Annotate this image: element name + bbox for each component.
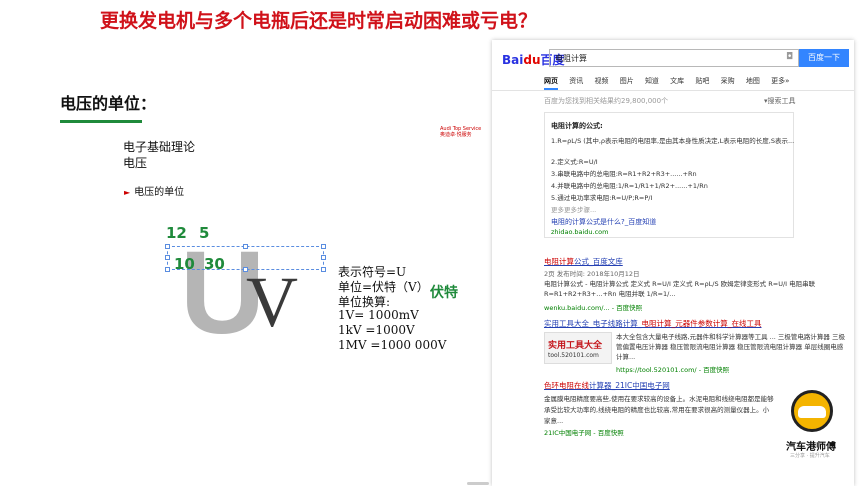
result-title-part: 实用工具大全_电子线路计算_ — [544, 319, 642, 328]
answer-line: 4.并联电路中的总电阻:1/R=1/R1+1/R2+......+1/Rn — [551, 182, 708, 190]
bullet-item: ► 电压的单位 — [124, 183, 184, 198]
camera-icon[interactable]: ◘ — [786, 52, 793, 62]
tab-zhidao[interactable]: 知道 — [645, 77, 659, 85]
result-title-rest: 计算器_21IC中国电子网 — [589, 381, 670, 390]
search-tools-label: 搜索工具 — [767, 97, 796, 105]
search-tools-link[interactable]: ▾搜索工具 — [764, 96, 796, 106]
result-count: 百度为您找到相关结果约29,800,000个 — [544, 97, 669, 105]
tab-tieba[interactable]: 贴吧 — [695, 77, 709, 85]
result-text-3a: 金属膜电阻精度要高些,使用在要求较高的设备上。水泥电阻和线绕电阻都是能够 — [544, 395, 774, 403]
section-title: 电压的单位： — [60, 94, 157, 113]
answer-line: 1.R=ρL/S (其中,ρ表示电阻的电阻率,是由其本身性质决定,L表示电阻的长… — [551, 137, 795, 145]
answer-line: 2.定义式:R=U/I — [551, 158, 598, 166]
result-meta-1: 2页 发布时间: 2018年10月12日 — [544, 270, 640, 278]
tab-web[interactable]: 网页 — [544, 77, 558, 90]
result-url-2[interactable]: https://tool.520101.com/ - 百度快照 — [616, 364, 729, 374]
tab-wenku[interactable]: 文库 — [670, 77, 684, 85]
big-letter-v: V — [246, 262, 298, 342]
definition-line: 1V= 1000mV — [338, 308, 419, 322]
brand-name: 汽车港师傅 — [786, 442, 836, 453]
resize-handle[interactable] — [321, 255, 326, 260]
resize-handle[interactable] — [243, 267, 248, 272]
slide-progress-indicator — [467, 482, 489, 485]
green-number: 30 — [204, 255, 225, 273]
subtitle-line-1: 电子基础理论 — [123, 140, 196, 154]
logo-text-blue: Bai — [502, 53, 524, 67]
answer-source-link[interactable]: 电阻的计算公式是什么?_百度知道 — [551, 217, 656, 227]
search-tabs: 网页 资讯 视频 图片 知道 文库 贴吧 采购 地图 更多» — [544, 76, 798, 90]
definition-line: 1kV =1000V — [338, 323, 415, 337]
resize-handle[interactable] — [321, 244, 326, 249]
tab-map[interactable]: 地图 — [746, 77, 760, 85]
answer-url: zhidao.baidu.com — [551, 228, 609, 236]
audi-logo: Audi Top Service 奥迪卓·悦服务 — [440, 126, 481, 138]
car-icon — [798, 406, 826, 418]
tab-images[interactable]: 图片 — [620, 77, 634, 85]
result-text-2: 本大全包含大量电子线路,元器件和科学计算器等工具 ... 三极管电路计算器 三极… — [616, 332, 848, 362]
result-text-1: 电阻计算公式 - 电阻计算公式 定义式 R=U/I 定义式 R=ρL/S 欧姆定… — [544, 280, 816, 298]
brand-subtitle: 三分享 · 提升汽车 — [790, 453, 830, 459]
tab-video[interactable]: 视频 — [594, 77, 608, 85]
resize-handle[interactable] — [165, 244, 170, 249]
result-title-2[interactable]: 实用工具大全_电子线路计算_电阻计算_元器件参数计算_在线工具 — [544, 318, 762, 329]
result-title-highlight: 色环电阻在线 — [544, 381, 589, 390]
tab-news[interactable]: 资讯 — [569, 77, 583, 85]
green-number: 12 — [166, 224, 187, 242]
resize-handle[interactable] — [321, 267, 326, 272]
result-text-3b: 承受比较大功率的,线绕电阻的精度也比较高,常用在要求很高的测量仪器上。小 — [544, 406, 770, 414]
bullet-text: 电压的单位 — [134, 187, 185, 198]
thumbnail-title: 实用工具大全 — [548, 341, 603, 351]
resize-handle[interactable] — [243, 244, 248, 249]
logo-text-red: du — [523, 53, 541, 67]
audi-logo-subtext: 奥迪卓·悦服务 — [440, 132, 472, 138]
result-title-rest: 公式_百度文库 — [574, 257, 623, 266]
slide-headline: 更换发电机与多个电瓶后还是时常启动困难或亏电？ — [100, 10, 538, 32]
tab-shopping[interactable]: 采购 — [721, 77, 735, 85]
green-number: 10 — [174, 255, 195, 273]
result-text-3c: 家意... — [544, 417, 564, 425]
subtitle-line-2: 电压 — [123, 156, 148, 170]
tab-more[interactable]: 更多» — [771, 77, 789, 85]
search-input[interactable]: 电阻计算 — [549, 49, 799, 67]
result-url-3[interactable]: 21IC中国电子网 - 百度快照 — [544, 427, 624, 437]
volt-label: 伏特 — [430, 285, 458, 301]
answer-line: 5.通过电功率求电阻:R=U/P;R=P/I — [551, 194, 653, 202]
thumbnail-url: tool.520101.com — [548, 352, 599, 359]
definition-line: 1MV =1000 000V — [338, 338, 447, 352]
search-button[interactable]: 百度一下 — [799, 49, 849, 67]
answer-more-link[interactable]: 更多更多步骤... — [551, 204, 596, 214]
resize-handle[interactable] — [165, 255, 170, 260]
answer-title: 电阻计算的公式: — [551, 122, 603, 130]
answer-line: 3.串联电路中的总电阻:R=R1+R2+R3+......+Rn — [551, 170, 697, 178]
result-title-1[interactable]: 电阻计算公式_百度文库 — [544, 256, 623, 267]
resize-handle[interactable] — [165, 267, 170, 272]
answer-box: 电阻计算的公式: 1.R=ρL/S (其中,ρ表示电阻的电阻率,是由其本身性质决… — [544, 112, 794, 238]
result-title-highlight: 电阻计算 — [544, 257, 574, 266]
title-underline — [60, 120, 142, 123]
result-url-1[interactable]: wenku.baidu.com/... - 百度快照 — [544, 302, 642, 312]
green-number: 5 — [199, 224, 210, 242]
triangle-bullet-icon: ► — [124, 188, 131, 197]
result-title-3[interactable]: 色环电阻在线计算器_21IC中国电子网 — [544, 380, 670, 391]
tabs-divider — [492, 90, 854, 91]
result-title-highlight: 电阻计算_元器件参数计算_在线工具 — [641, 319, 762, 328]
